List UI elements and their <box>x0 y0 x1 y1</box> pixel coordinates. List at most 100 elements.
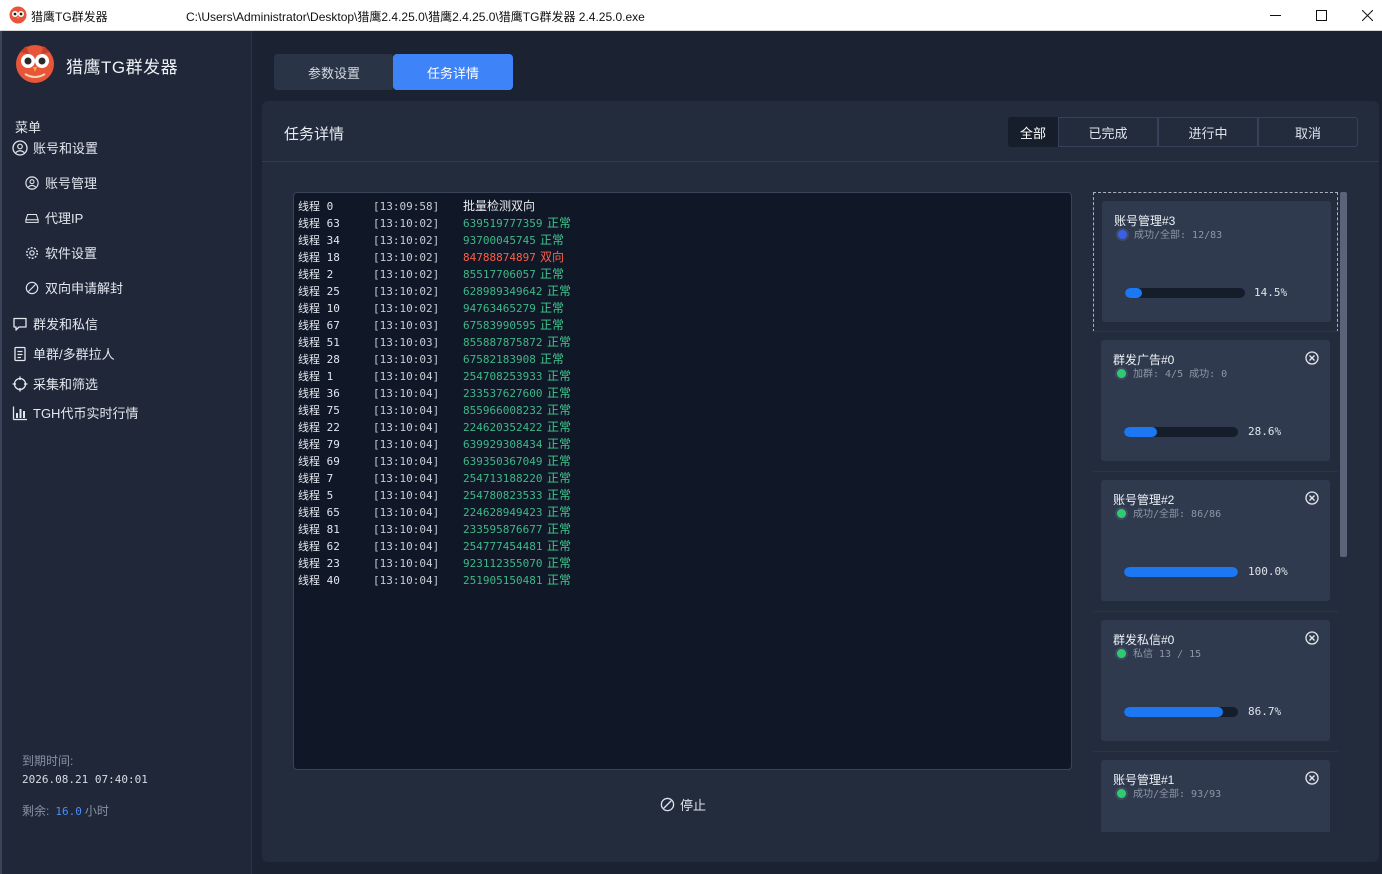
log-number: 224628949423 <box>463 506 543 519</box>
log-number: 628989349642 <box>463 285 543 298</box>
log-output[interactable]: 线程 0 [13:09:58] 批量检测双向 线程 63 [13:10:02] 63951… <box>293 192 1072 770</box>
log-time: [13:10:02] <box>373 268 440 281</box>
gear-icon <box>24 245 40 261</box>
progress-bar <box>1125 288 1245 298</box>
sidebar: 猎鹰TG群发器 菜单 <box>0 31 252 874</box>
close-icon <box>1361 10 1373 21</box>
filter-cancelled-button[interactable]: 取消 <box>1258 117 1358 147</box>
nav-collect-filter[interactable]: 采集和筛选 <box>12 374 98 393</box>
nav-label: 账号和设置 <box>33 141 99 156</box>
minimize-button[interactable] <box>1252 0 1298 31</box>
tab-task-details[interactable]: 任务详情 <box>393 54 513 90</box>
tab-params[interactable]: 参数设置 <box>274 54 394 90</box>
log-number: 855887875872 <box>463 336 543 349</box>
log-status: 正常 <box>547 454 572 468</box>
drive-icon <box>24 210 40 226</box>
close-circle-icon[interactable] <box>1305 491 1319 505</box>
log-row: 线程 79 [13:10:04] 639929308434 正常 <box>298 436 1071 453</box>
log-status: 正常 <box>547 505 572 519</box>
log-row: 线程 28 [13:10:03] 67582183908 正常 <box>298 351 1071 368</box>
close-circle-icon[interactable] <box>1305 631 1319 645</box>
filter-completed-button[interactable]: 已完成 <box>1058 117 1158 147</box>
menu-title: 菜单 <box>15 120 42 135</box>
filter-all-button[interactable]: 全部 <box>1008 117 1058 147</box>
log-row: 线程 63 [13:10:02] 639519777359 正常 <box>298 215 1071 232</box>
nav-label: 软件设置 <box>45 246 98 261</box>
log-time: [13:10:04] <box>373 523 440 536</box>
maximize-button[interactable] <box>1298 0 1344 31</box>
nav-account-settings[interactable]: 账号和设置 <box>12 138 98 157</box>
log-time: [13:10:03] <box>373 336 440 349</box>
nav-software-settings[interactable]: 软件设置 <box>24 243 97 262</box>
log-thread: 线程 51 <box>298 336 340 349</box>
nav-mass-messaging[interactable]: 群发和私信 <box>12 314 98 333</box>
expiry-label: 到期时间: <box>22 754 74 768</box>
nav-unblock-request[interactable]: 双向申请解封 <box>24 278 123 297</box>
close-circle-icon[interactable] <box>1305 351 1319 365</box>
log-status: 正常 <box>547 335 572 349</box>
maximize-icon <box>1315 10 1327 21</box>
task-card[interactable]: 群发广告#0 加群: 4/5 成功: 0 28.6% <box>1101 340 1330 461</box>
log-status: 正常 <box>547 573 572 587</box>
window-path: C:\Users\Administrator\Desktop\猎鹰2.4.25.… <box>186 10 645 24</box>
nav-proxy-ip[interactable]: 代理IP <box>24 208 83 227</box>
log-thread: 线程 0 <box>298 200 334 213</box>
nav-label: 群发和私信 <box>33 317 99 332</box>
log-time: [13:10:03] <box>373 319 440 332</box>
task-card[interactable]: 账号管理#1 成功/全部: 93/93 <box>1101 760 1330 832</box>
log-number: 84788874897 <box>463 251 536 264</box>
ban-icon <box>24 280 40 296</box>
log-status: 正常 <box>547 539 572 553</box>
window-app-name: 猎鹰TG群发器 <box>31 10 108 24</box>
owl-logo-icon <box>9 6 27 24</box>
task-card-slot[interactable]: 账号管理#2 成功/全部: 86/86 100.0% <box>1093 472 1338 612</box>
task-card-slot[interactable]: 账号管理#1 成功/全部: 93/93 <box>1093 752 1338 832</box>
remain-label: 剩余: <box>22 804 50 818</box>
progress-bar <box>1124 427 1238 437</box>
task-card[interactable]: 账号管理#2 成功/全部: 86/86 100.0% <box>1101 480 1330 601</box>
nav-account-management[interactable]: 账号管理 <box>24 173 97 192</box>
log-time: [13:10:04] <box>373 557 440 570</box>
log-status: 正常 <box>540 301 565 315</box>
log-time: [13:10:04] <box>373 455 440 468</box>
task-card-slot[interactable]: 群发私信#0 私信 13 / 15 86.7% <box>1093 612 1338 752</box>
scrollbar[interactable] <box>1340 192 1347 557</box>
log-thread: 线程 65 <box>298 506 340 519</box>
nav-group-invite[interactable]: 单群/多群拉人 <box>12 344 115 363</box>
stop-button[interactable]: 停止 <box>660 795 706 814</box>
close-button[interactable] <box>1344 0 1382 31</box>
nav-tgh-price[interactable]: TGH代币实时行情 <box>12 403 138 422</box>
progress-bar <box>1124 707 1238 717</box>
task-stats: 私信 13 / 15 <box>1133 649 1202 660</box>
log-row: 线程 2 [13:10:02] 85517706057 正常 <box>298 266 1071 283</box>
task-card-list: 账号管理#3 成功/全部: 12/83 14.5% 群发广告#0 加群: 4/5 成功:… <box>1093 192 1338 832</box>
task-card-slot[interactable]: 群发广告#0 加群: 4/5 成功: 0 28.6% <box>1093 332 1338 472</box>
log-time: [13:10:04] <box>373 472 440 485</box>
log-number: 233595876677 <box>463 523 543 536</box>
progress-fill <box>1125 288 1142 298</box>
remain-unit: 小时 <box>84 804 109 818</box>
log-thread: 线程 75 <box>298 404 340 417</box>
task-card-slot[interactable]: 账号管理#3 成功/全部: 12/83 14.5% <box>1093 192 1338 332</box>
log-thread: 线程 7 <box>298 472 334 485</box>
filter-running-button[interactable]: 进行中 <box>1158 117 1258 147</box>
log-number: 254713188220 <box>463 472 543 485</box>
task-stats: 加群: 4/5 成功: 0 <box>1133 369 1228 380</box>
log-thread: 线程 63 <box>298 217 340 230</box>
nav-label: 采集和筛选 <box>33 377 99 392</box>
progress-fill <box>1124 427 1157 437</box>
close-circle-icon[interactable] <box>1305 771 1319 785</box>
log-thread: 线程 67 <box>298 319 340 332</box>
log-time: [13:10:04] <box>373 438 440 451</box>
panel-title: 任务详情 <box>284 126 345 143</box>
expiry-value: 2026.08.21 07:40:01 <box>22 773 148 786</box>
task-card[interactable]: 账号管理#3 成功/全部: 12/83 14.5% <box>1102 201 1331 322</box>
task-card[interactable]: 群发私信#0 私信 13 / 15 86.7% <box>1101 620 1330 741</box>
remain-value: 16.0 <box>55 805 82 818</box>
remaining-time: 剩余: 16.0 小时 <box>22 802 109 819</box>
progress-bar <box>1124 567 1238 577</box>
log-number: 批量检测双向 <box>463 199 536 213</box>
log-status: 正常 <box>547 471 572 485</box>
log-status: 正常 <box>547 522 572 536</box>
log-number: 923112355070 <box>463 557 543 570</box>
